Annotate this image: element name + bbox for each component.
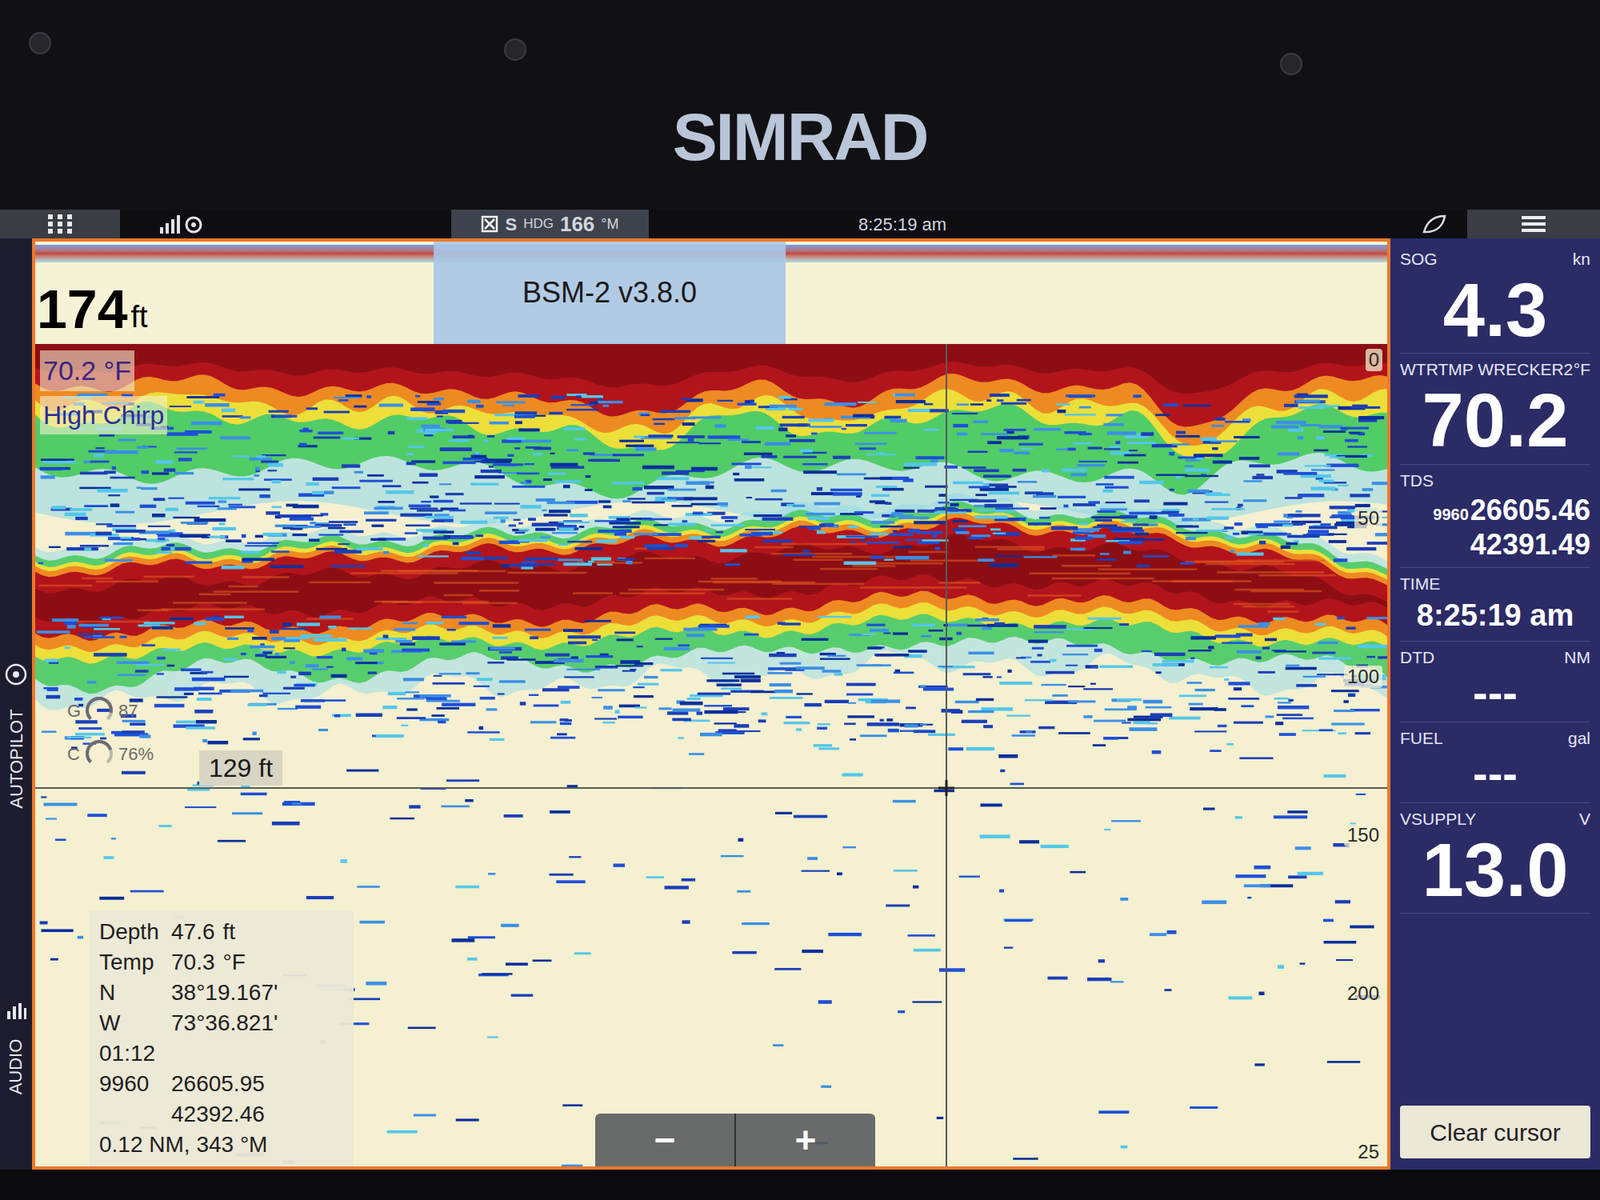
dial-icon xyxy=(83,737,116,770)
side-tab[interactable]: AUTOPILOT xyxy=(0,686,32,831)
data-label: SOG xyxy=(1400,246,1438,272)
heading-box[interactable]: S HDG 166 °M xyxy=(451,209,649,239)
contrast-gauge[interactable]: C76% xyxy=(67,737,154,770)
water-temp: 70.2 °F xyxy=(40,350,135,392)
grid-icon xyxy=(46,212,74,236)
zoom-controls: −+ xyxy=(595,1113,876,1167)
data-value: 13.0 xyxy=(1400,832,1591,909)
side-strip: AUTOPILOT AUDIO xyxy=(0,238,32,1170)
cursor-info: Depth47.6ftTemp70.3°FN38°19.167'W73°36.8… xyxy=(89,910,354,1167)
scale-tick: 100 xyxy=(1344,665,1383,688)
data-value: --- xyxy=(1400,669,1591,717)
data-value: 8:25:19 am xyxy=(1400,596,1591,636)
dial-fill xyxy=(83,694,116,727)
data-bar: SOGkn4.3WTRTMP WRECKER2°F70.2TDS99602660… xyxy=(1390,238,1600,1170)
data-value: 4.3 xyxy=(1400,272,1591,349)
crossed-box-icon xyxy=(480,215,499,233)
dial-icon xyxy=(83,694,116,727)
downscan-strip: 174 ft BSM-2 v3.8.0 xyxy=(35,241,1388,344)
data-prefix: 9960 xyxy=(1432,502,1469,527)
cursor-horizontal xyxy=(35,787,1388,789)
scale-tick: 200 xyxy=(1344,982,1383,1005)
heading-unit: °M xyxy=(600,213,619,236)
data-item: TDS 996026605.4642391.49 xyxy=(1400,464,1591,568)
echogram[interactable]: 70.2 °F High Chirp G87 C76% 129 ft 0 50 100… xyxy=(35,344,1388,1167)
leaf-icon xyxy=(1420,212,1448,236)
info-row: 996026605.95 xyxy=(99,1068,344,1100)
scale-tick: 150 xyxy=(1344,824,1383,847)
screw-icon xyxy=(28,32,52,55)
dial-fill xyxy=(83,737,116,770)
data-unit: °F xyxy=(1573,356,1591,383)
data-label: DTD xyxy=(1400,644,1435,671)
side-tab[interactable]: AUDIO xyxy=(0,1022,32,1111)
heading-source: S xyxy=(504,211,517,238)
info-row: Depth47.6ft xyxy=(99,916,344,948)
info-row: 01:12 xyxy=(99,1038,344,1069)
data-item: FUEL gal--- xyxy=(1400,722,1591,804)
cursor-depth: 129 ft xyxy=(199,750,283,786)
bezel: SIMRAD xyxy=(0,0,1600,210)
data-item: VSUPPLY V13.0 xyxy=(1400,803,1591,914)
scale-tick: 50 xyxy=(1354,507,1383,530)
gain-gauge[interactable]: G87 xyxy=(67,694,154,727)
menu-icon xyxy=(1520,212,1548,236)
data-value: --- xyxy=(1400,750,1591,798)
data-value: 70.2 xyxy=(1400,382,1591,460)
crosshair-icon xyxy=(936,778,956,798)
frequency-mode: High Chirp xyxy=(40,396,168,435)
heading-label: HDG xyxy=(523,213,554,235)
info-row: W73°36.821' xyxy=(99,1008,344,1039)
heading-value: 166 xyxy=(560,208,595,240)
status-bar: S HDG 166 °M 8:25:19 am xyxy=(0,209,1600,239)
data-value: 42391.49 xyxy=(1400,527,1591,562)
data-value: 26605.46 xyxy=(1470,492,1591,528)
info-row: 0.12 NM, 343 °M xyxy=(99,1129,344,1160)
zoom-out-button[interactable]: − xyxy=(595,1113,735,1167)
info-row: N38°19.167' xyxy=(99,977,344,1008)
screw-icon xyxy=(1280,52,1303,76)
data-item: WTRTMP WRECKER2°F70.2 xyxy=(1400,353,1591,464)
clock: 8:25:19 am xyxy=(858,211,947,238)
brand-logo: SIMRAD xyxy=(672,22,928,188)
signal-icon xyxy=(156,212,208,236)
data-label: TDS xyxy=(1400,468,1434,494)
apps-button[interactable] xyxy=(0,209,120,239)
zoom-in-button[interactable]: + xyxy=(734,1113,876,1167)
data-label: FUEL xyxy=(1400,725,1444,752)
menu-button[interactable] xyxy=(1467,209,1600,239)
screw-icon xyxy=(504,38,527,61)
data-item: SOG kn4.3 xyxy=(1400,243,1591,354)
scale-tick: 0 xyxy=(1365,348,1383,372)
data-label: VSUPPLY xyxy=(1400,806,1476,832)
info-row: Temp70.3°F xyxy=(99,947,344,978)
info-row: 42392.46 xyxy=(99,1099,344,1130)
range-label: 174 ft xyxy=(35,241,434,344)
data-unit: kn xyxy=(1572,246,1591,272)
audio-icon xyxy=(4,998,28,1023)
data-unit: NM xyxy=(1564,644,1591,671)
bottom-bezel xyxy=(0,1169,1600,1200)
data-item: TIME8:25:19 am xyxy=(1400,568,1591,642)
autopilot-icon xyxy=(4,662,28,687)
version-box: BSM-2 v3.8.0 xyxy=(433,241,786,344)
sonar-panel: 174 ft BSM-2 v3.8.0 70.2 °F High Chirp xyxy=(32,238,1391,1170)
scale-tick: 25 xyxy=(1354,1140,1383,1164)
data-unit: V xyxy=(1579,806,1591,832)
data-label: TIME xyxy=(1400,571,1440,597)
clear-cursor-button[interactable]: Clear cursor xyxy=(1400,1105,1591,1159)
depth-scale: 0 50 100 150 200 25 xyxy=(1326,348,1383,1164)
data-item: DTD NM--- xyxy=(1400,641,1591,723)
cursor-vertical xyxy=(945,344,948,1167)
data-label: WTRTMP WRECKER2 xyxy=(1400,356,1573,383)
data-unit: gal xyxy=(1568,725,1591,752)
